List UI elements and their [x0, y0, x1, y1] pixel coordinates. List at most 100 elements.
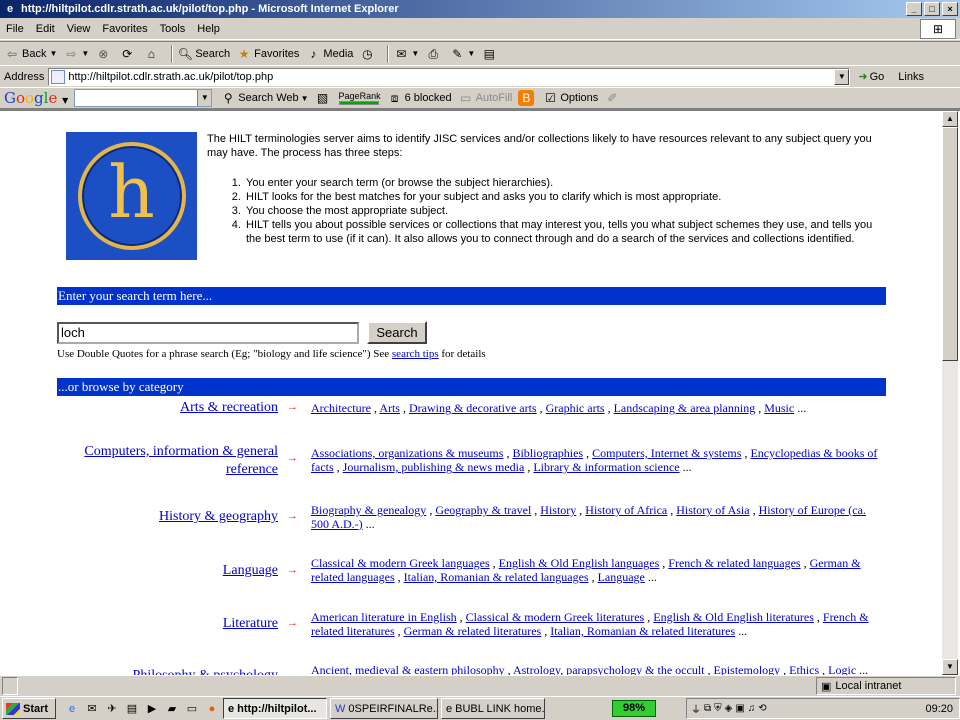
task-bubl[interactable]: e BUBL LINK home... — [441, 698, 545, 719]
scroll-thumb[interactable] — [942, 127, 958, 361]
subcategory-link[interactable]: Landscaping & area planning — [614, 401, 756, 415]
google-search-input[interactable]: ▼ — [74, 89, 213, 107]
folder-icon[interactable]: ▰ — [164, 701, 180, 717]
subcategory-link[interactable]: Music — [764, 401, 794, 415]
ie-quicklaunch-icon[interactable]: e — [64, 701, 80, 717]
search-tips-link[interactable]: search tips — [392, 348, 439, 360]
outlook-icon[interactable]: ✉ — [84, 701, 100, 717]
links-button[interactable]: Links — [898, 71, 924, 83]
category-link[interactable]: Literature — [60, 615, 278, 633]
address-dropdown-button[interactable]: ▼ — [834, 68, 850, 85]
close-button[interactable]: × — [942, 2, 958, 16]
edit-button[interactable]: ✎ ▼ — [449, 46, 475, 62]
category-link[interactable]: Language — [60, 562, 278, 580]
history-button[interactable]: ◷ — [359, 46, 377, 62]
menu-view[interactable]: View — [61, 23, 97, 35]
task-word[interactable]: W 0SPEIRFINALRe... — [330, 698, 438, 719]
forward-button[interactable]: ⇨ ▼ — [63, 46, 89, 62]
subcategory-link[interactable]: Ethics — [789, 663, 819, 675]
google-logo[interactable]: Google ▼ — [4, 89, 68, 107]
refresh-button[interactable]: ⟳ — [119, 46, 137, 62]
search-submit-button[interactable]: Search — [367, 321, 427, 344]
subcategory-link[interactable]: History — [540, 503, 576, 517]
search-term-input[interactable]: loch — [57, 321, 359, 344]
mail-button[interactable]: ✉ ▼ — [393, 46, 419, 62]
popup-blocker-button[interactable]: ⧈ 6 blocked — [387, 90, 452, 106]
news-button[interactable]: ▧ — [315, 90, 333, 106]
display-icon[interactable]: ▣ — [735, 703, 744, 714]
shield-icon[interactable]: ⛨ — [714, 703, 722, 714]
task-ie[interactable]: e http://hiltpilot... — [223, 698, 327, 719]
power-plug-icon[interactable]: ⏚ — [691, 701, 701, 716]
autofill-button[interactable]: ▭ AutoFill — [458, 90, 512, 106]
blogger-button[interactable]: B — [518, 90, 536, 106]
subcategory-link[interactable]: Astrology, parapsychology & the occult — [513, 663, 705, 675]
sync-icon[interactable]: ⟲ — [758, 703, 766, 714]
window-icon[interactable]: ▭ — [184, 701, 200, 717]
subcategory-link[interactable]: English & Old English literatures — [653, 610, 814, 624]
menu-favorites[interactable]: Favorites — [96, 23, 153, 35]
search-button[interactable]: 🔍︎ Search — [177, 46, 230, 62]
media-button[interactable]: ♪ Media — [305, 46, 353, 62]
subcategory-link[interactable]: Arts — [379, 401, 400, 415]
subcategory-link[interactable]: German & related literatures — [404, 624, 542, 638]
subcategory-link[interactable]: Classical & modern Greek languages — [311, 556, 490, 570]
subcategory-link[interactable]: Ancient, medieval & eastern philosophy — [311, 663, 505, 675]
subcategory-link[interactable]: Computers, Internet & systems — [592, 446, 741, 460]
subcategory-link[interactable]: Language — [598, 570, 645, 584]
subcategory-link[interactable]: History of Africa — [585, 503, 667, 517]
subcategory-link[interactable]: Classical & modern Greek literatures — [466, 610, 645, 624]
search-web-button[interactable]: ⚲ Search Web ▼ — [220, 90, 309, 106]
subcategory-link[interactable]: Drawing & decorative arts — [409, 401, 537, 415]
print-button[interactable]: ⎙ — [425, 46, 443, 62]
subcategory-link[interactable]: Associations, organizations & museums — [311, 446, 503, 460]
category-link[interactable]: Computers, information & general referen… — [60, 443, 278, 479]
speaker-icon[interactable]: ♫ — [748, 703, 756, 714]
subcategory-link[interactable]: American literature in English — [311, 610, 457, 624]
menu-edit[interactable]: Edit — [30, 23, 61, 35]
google-search-dropdown[interactable]: ▼ — [197, 90, 212, 106]
subcategory-link[interactable]: Library & information science — [533, 460, 679, 474]
menu-help[interactable]: Help — [191, 23, 226, 35]
network-icon[interactable]: ⧉ — [704, 703, 711, 714]
go-button[interactable]: ➜ Go — [858, 70, 884, 84]
home-button[interactable]: ⌂ — [143, 46, 161, 62]
subcategory-link[interactable]: Architecture — [311, 401, 371, 415]
scroll-up-button[interactable]: ▲ — [942, 111, 958, 127]
media-player-icon[interactable]: ▶ — [144, 701, 160, 717]
subcategory-link[interactable]: Biography & genealogy — [311, 503, 426, 517]
battery-indicator[interactable]: 98% — [612, 700, 656, 717]
subcategory-link[interactable]: Bibliographies — [512, 446, 583, 460]
highlighter-icon[interactable]: ✐ — [604, 90, 622, 106]
antivirus-icon[interactable]: ◈ — [725, 703, 733, 714]
maximize-button[interactable]: □ — [924, 2, 940, 16]
category-link[interactable]: Arts & recreation — [60, 399, 278, 417]
subcategory-link[interactable]: French & related languages — [668, 556, 800, 570]
options-button[interactable]: ☑ Options — [542, 90, 598, 106]
subcategory-link[interactable]: Epistemology — [713, 663, 780, 675]
vertical-scrollbar[interactable]: ▲ ▼ — [942, 111, 958, 675]
stop-button[interactable]: ⊗ — [95, 46, 113, 62]
app-icon[interactable]: ✈ — [104, 701, 120, 717]
subcategory-link[interactable]: Geography & travel — [435, 503, 531, 517]
discuss-button[interactable]: ▤ — [481, 46, 499, 62]
firefox-icon[interactable]: ● — [204, 701, 220, 717]
menu-file[interactable]: File — [0, 23, 30, 35]
subcategory-link[interactable]: History of Asia — [676, 503, 749, 517]
minimize-button[interactable]: _ — [906, 2, 922, 16]
start-button[interactable]: Start — [2, 698, 56, 719]
menu-tools[interactable]: Tools — [154, 23, 192, 35]
address-input[interactable]: http://hiltpilot.cdlr.strath.ac.uk/pilot… — [48, 67, 851, 86]
favorites-button[interactable]: ★ Favorites — [236, 46, 300, 62]
notepad-icon[interactable]: ▤ — [124, 701, 140, 717]
subcategory-link[interactable]: Journalism, publishing & news media — [343, 460, 525, 474]
category-link[interactable]: History & geography — [60, 508, 278, 526]
category-link[interactable]: Philosophy & psychology — [60, 667, 278, 675]
subcategory-link[interactable]: English & Old English languages — [499, 556, 660, 570]
subcategory-link[interactable]: Italian, Romanian & related languages — [404, 570, 589, 584]
subcategory-link[interactable]: Graphic arts — [546, 401, 605, 415]
subcategory-link[interactable]: Italian, Romanian & related literatures — [550, 624, 735, 638]
scroll-down-button[interactable]: ▼ — [942, 659, 958, 675]
subcategory-link[interactable]: Logic — [828, 663, 856, 675]
back-button[interactable]: ⇦ Back ▼ — [4, 46, 57, 62]
